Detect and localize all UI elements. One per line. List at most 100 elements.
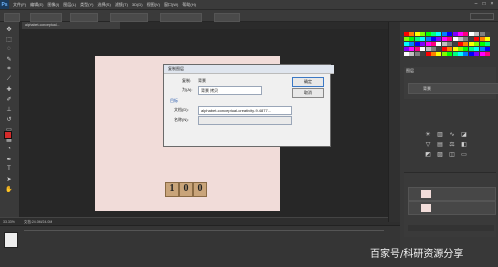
option-control[interactable] <box>160 13 202 22</box>
color-swatch[interactable] <box>463 52 469 56</box>
hand-tool-icon[interactable]: ✋ <box>3 185 15 193</box>
curves-icon[interactable]: ∿ <box>448 132 456 138</box>
color-swatch[interactable] <box>479 32 485 36</box>
marquee-tool-icon[interactable]: ⬚ <box>3 35 15 43</box>
color-swatch[interactable] <box>431 52 436 56</box>
option-control[interactable] <box>30 13 62 22</box>
color-swatch[interactable] <box>479 47 485 51</box>
color-swatch[interactable] <box>452 42 458 46</box>
color-swatch[interactable] <box>436 47 442 51</box>
layer-row[interactable]: 背景 <box>408 83 498 94</box>
color-swatch[interactable] <box>414 42 420 46</box>
ok-button[interactable]: 确定 <box>292 77 324 87</box>
menu-filter[interactable]: 滤镜(T) <box>115 2 128 8</box>
timeline-frame-thumbnail[interactable] <box>4 232 18 248</box>
zoom-level[interactable]: 33.33% <box>3 220 15 224</box>
color-swatch[interactable] <box>474 47 480 51</box>
menu-help[interactable]: 帮助(H) <box>182 2 196 8</box>
color-swatch[interactable] <box>441 37 447 41</box>
color-balance-icon[interactable]: ⚖ <box>448 142 456 148</box>
document-tab[interactable]: alphabet-conceptual... <box>22 22 120 29</box>
color-swatch[interactable] <box>468 52 474 56</box>
clone-stamp-tool-icon[interactable]: ⊥ <box>3 105 15 113</box>
option-control[interactable] <box>70 13 98 22</box>
color-swatch[interactable] <box>468 42 474 46</box>
color-swatch[interactable] <box>441 47 447 51</box>
threshold-icon[interactable]: ◫ <box>448 152 456 158</box>
color-swatch[interactable] <box>414 32 420 36</box>
color-swatch[interactable] <box>452 47 458 51</box>
color-swatch[interactable] <box>447 42 453 46</box>
posterize-icon[interactable]: ▨ <box>436 152 444 158</box>
close-icon[interactable]: × <box>488 1 496 7</box>
color-swatch[interactable] <box>474 52 480 56</box>
name-input[interactable] <box>198 116 292 125</box>
type-tool-icon[interactable]: T <box>3 165 15 173</box>
color-swatch[interactable] <box>431 37 436 41</box>
menu-type[interactable]: 类型(Y) <box>80 2 93 8</box>
maximize-icon[interactable]: □ <box>480 1 488 7</box>
color-swatch[interactable] <box>414 52 420 56</box>
color-swatch[interactable] <box>447 32 453 36</box>
history-brush-tool-icon[interactable]: ↺ <box>3 115 15 123</box>
bw-icon[interactable]: ◧ <box>460 142 468 148</box>
color-swatch[interactable] <box>409 37 415 41</box>
color-swatch[interactable] <box>420 52 426 56</box>
vibrance-icon[interactable]: ▽ <box>424 142 432 148</box>
color-swatch[interactable] <box>447 52 453 56</box>
color-swatch[interactable] <box>436 37 442 41</box>
crop-tool-icon[interactable]: ⌗ <box>3 65 15 73</box>
menu-layer[interactable]: 图层(L) <box>63 2 76 8</box>
color-swatch[interactable] <box>431 42 436 46</box>
menu-3d[interactable]: 3D(D) <box>132 2 143 7</box>
color-swatch[interactable] <box>404 42 409 46</box>
invert-icon[interactable]: ◩ <box>424 152 432 158</box>
cancel-button[interactable]: 取消 <box>292 88 324 98</box>
hue-icon[interactable]: ▤ <box>436 142 444 148</box>
move-tool-icon[interactable]: ✥ <box>3 25 15 33</box>
exposure-icon[interactable]: ◪ <box>460 132 468 138</box>
color-swatch[interactable] <box>463 47 469 51</box>
color-swatch[interactable] <box>485 47 490 51</box>
color-swatch[interactable] <box>404 37 409 41</box>
document-select[interactable]: alphabet-conceptual-creativity-9.4877... <box>198 106 292 115</box>
color-swatch[interactable] <box>458 32 463 36</box>
color-swatch[interactable] <box>463 42 469 46</box>
color-swatch[interactable] <box>441 32 447 36</box>
color-swatch[interactable] <box>425 47 431 51</box>
color-swatch[interactable] <box>420 32 426 36</box>
color-swatch[interactable] <box>404 47 409 51</box>
color-swatch[interactable] <box>409 47 415 51</box>
eyedropper-tool-icon[interactable]: ⟋ <box>3 75 15 83</box>
color-swatch[interactable] <box>485 52 490 56</box>
color-swatch[interactable] <box>479 42 485 46</box>
menu-select[interactable]: 选择(S) <box>97 2 110 8</box>
color-swatch[interactable] <box>404 52 409 56</box>
layers-panel-tab[interactable]: 图层 <box>406 68 414 74</box>
color-swatch[interactable] <box>420 37 426 41</box>
layer-row[interactable] <box>408 201 496 215</box>
menu-image[interactable]: 图像(I) <box>47 2 59 8</box>
color-swatch[interactable] <box>479 37 485 41</box>
workspace-switcher[interactable] <box>470 13 494 20</box>
color-swatch[interactable] <box>425 37 431 41</box>
gradient-map-icon[interactable]: ▭ <box>460 152 468 158</box>
healing-brush-tool-icon[interactable]: ✚ <box>3 85 15 93</box>
color-swatch[interactable] <box>404 32 409 36</box>
color-swatch[interactable] <box>431 47 436 51</box>
tool-preset-picker[interactable] <box>4 13 20 22</box>
brush-tool-icon[interactable]: ✐ <box>3 95 15 103</box>
option-control[interactable] <box>110 13 148 22</box>
color-swatch[interactable] <box>414 47 420 51</box>
option-control[interactable] <box>214 13 240 22</box>
brightness-icon[interactable]: ☀ <box>424 132 432 138</box>
color-swatch[interactable] <box>425 52 431 56</box>
color-swatch[interactable] <box>436 52 442 56</box>
lasso-tool-icon[interactable]: ◌ <box>3 45 15 53</box>
color-swatch[interactable] <box>479 52 485 56</box>
pen-tool-icon[interactable]: ✒ <box>3 155 15 163</box>
color-swatch[interactable] <box>452 52 458 56</box>
color-swatch[interactable] <box>458 47 463 51</box>
color-swatch[interactable] <box>447 37 453 41</box>
color-swatch[interactable] <box>474 42 480 46</box>
